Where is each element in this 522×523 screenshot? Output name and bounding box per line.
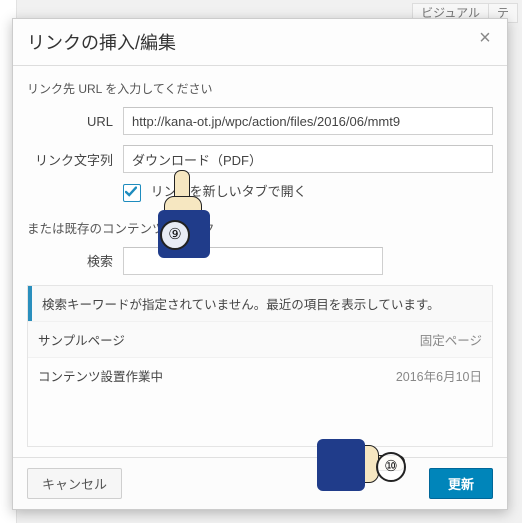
item-title: コンテンツ設置作業中 <box>38 366 163 385</box>
results-notice: 検索キーワードが指定されていません。最近の項目を表示しています。 <box>28 286 492 321</box>
linktext-input[interactable] <box>123 145 493 173</box>
close-icon[interactable]: × <box>473 27 497 51</box>
item-title: サンプルページ <box>38 330 125 349</box>
cancel-button[interactable]: キャンセル <box>27 468 122 499</box>
linktext-row: リンク文字列 <box>27 145 493 173</box>
annotation-marker-9: ⑨ <box>160 220 190 250</box>
check-icon <box>125 186 137 198</box>
results-list[interactable]: 検索キーワードが指定されていません。最近の項目を表示しています。 サンプルページ… <box>27 285 493 447</box>
item-meta: 固定ページ <box>420 330 482 349</box>
search-row: 検索 <box>27 247 493 275</box>
annotation-marker-10: ⑩ <box>376 452 406 482</box>
list-item[interactable]: コンテンツ設置作業中 2016年6月10日 <box>28 357 492 393</box>
linktext-label: リンク文字列 <box>27 150 123 169</box>
instruction-text: リンク先 URL を入力してください <box>27 80 493 97</box>
newtab-row: リンクを新しいタブで開く <box>27 181 493 202</box>
search-input[interactable] <box>123 247 383 275</box>
newtab-checkbox[interactable] <box>123 184 141 202</box>
url-row: URL <box>27 107 493 135</box>
search-label: 検索 <box>27 251 123 270</box>
newtab-label: リンクを新しいタブで開く <box>151 184 307 199</box>
url-label: URL <box>27 114 123 129</box>
submit-button[interactable]: 更新 <box>429 468 493 499</box>
link-modal: × リンクの挿入/編集 リンク先 URL を入力してください URL リンク文字… <box>12 18 508 510</box>
modal-body: リンク先 URL を入力してください URL リンク文字列 リンクを新しいタブで… <box>13 66 507 447</box>
modal-title: リンクの挿入/編集 <box>27 29 493 55</box>
list-item[interactable]: サンプルページ 固定ページ <box>28 321 492 357</box>
url-input[interactable] <box>123 107 493 135</box>
modal-footer: キャンセル 更新 <box>13 457 507 509</box>
modal-header: リンクの挿入/編集 <box>13 19 507 66</box>
existing-section-label: または既存のコンテンツにリンク <box>27 218 493 237</box>
item-meta: 2016年6月10日 <box>396 366 482 385</box>
